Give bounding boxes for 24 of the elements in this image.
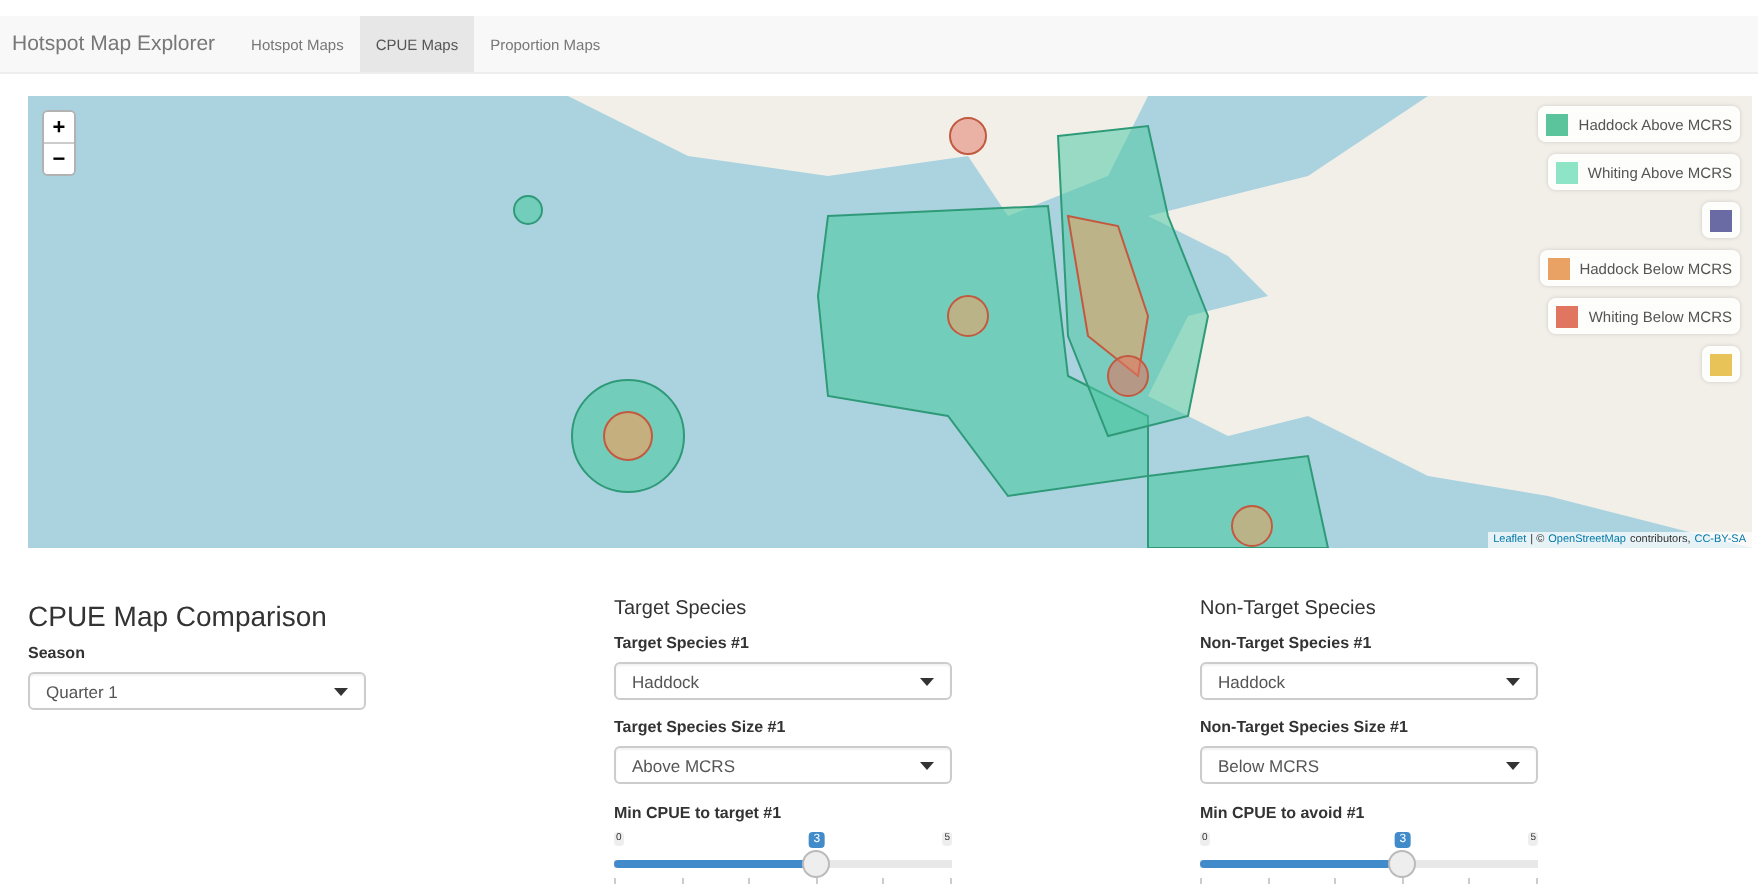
species-dropdown[interactable]: Haddock bbox=[614, 662, 952, 700]
field-label: Non-Target Species Size #1 bbox=[1200, 718, 1408, 736]
slider-handle[interactable] bbox=[1388, 850, 1417, 878]
field-label: Target Species #1 bbox=[614, 634, 749, 652]
section-heading: Non-Target Species bbox=[1200, 598, 1376, 620]
field-label: Min CPUE to target #1 bbox=[614, 804, 782, 822]
caret-icon bbox=[920, 677, 934, 685]
field-label: Target Species Size #1 bbox=[614, 718, 786, 736]
season-dropdown[interactable]: Quarter 1 bbox=[28, 672, 366, 710]
app-title[interactable]: Hotspot Map Explorer bbox=[0, 16, 236, 72]
section-heading: Target Species bbox=[614, 598, 747, 620]
size-dropdown[interactable]: Above MCRS bbox=[614, 746, 952, 784]
size-dropdown[interactable]: Below MCRS bbox=[1200, 746, 1538, 784]
caret-icon bbox=[334, 687, 348, 695]
field-label: Non-Target Species #1 bbox=[1200, 634, 1372, 652]
species-dropdown[interactable]: Haddock bbox=[1200, 662, 1538, 700]
caret-icon bbox=[1506, 761, 1520, 769]
slider-handle[interactable] bbox=[802, 850, 831, 878]
zoom-out-button[interactable]: − bbox=[44, 142, 74, 174]
caret-icon bbox=[1506, 677, 1520, 685]
panel-title: CPUE Map Comparison bbox=[28, 600, 327, 632]
caret-icon bbox=[920, 761, 934, 769]
field-label: Min CPUE to avoid #1 bbox=[1200, 804, 1365, 822]
field-label: Season bbox=[28, 644, 85, 662]
